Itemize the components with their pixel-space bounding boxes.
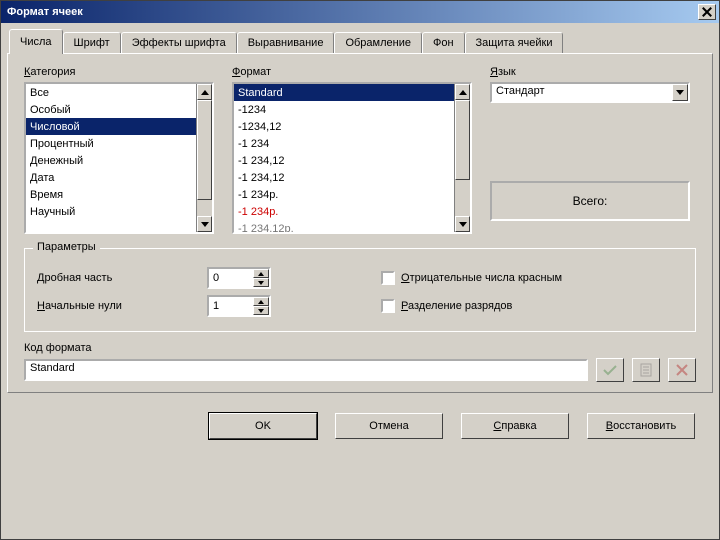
list-item[interactable]: -1 234,12р.	[234, 220, 454, 232]
format-label: Формат	[232, 66, 472, 78]
scroll-thumb[interactable]	[197, 100, 212, 200]
scrollbar[interactable]	[454, 84, 470, 232]
tab-alignment[interactable]: Выравнивание	[237, 32, 335, 53]
list-item[interactable]: -1234	[234, 101, 454, 118]
help-button[interactable]: Справка	[461, 413, 569, 439]
list-item[interactable]: -1 234,12	[234, 169, 454, 186]
list-item[interactable]: Особый	[26, 101, 196, 118]
leading-zeros-label: Начальные нули	[37, 300, 207, 312]
dropdown-button[interactable]	[672, 84, 688, 101]
scroll-up-button[interactable]	[455, 84, 470, 100]
tab-numbers[interactable]: Числа	[9, 29, 63, 54]
list-item[interactable]: -1234,12	[234, 118, 454, 135]
format-code-label: Код формата	[24, 342, 696, 354]
tab-font[interactable]: Шрифт	[63, 32, 121, 53]
negative-red-checkbox[interactable]	[381, 271, 395, 285]
tab-background[interactable]: Фон	[422, 32, 465, 53]
spin-up-button[interactable]	[253, 297, 269, 306]
leading-zeros-input[interactable]	[209, 297, 253, 315]
scroll-up-button[interactable]	[197, 84, 212, 100]
list-item[interactable]: Числовой	[26, 118, 196, 135]
list-item[interactable]: Денежный	[26, 152, 196, 169]
list-item[interactable]: -1 234,12	[234, 152, 454, 169]
list-item[interactable]: Standard	[234, 84, 454, 101]
delete-format-button[interactable]	[668, 358, 696, 382]
format-code-input[interactable]: Standard	[24, 359, 588, 381]
ok-button[interactable]: OK	[209, 413, 317, 439]
tab-strip: Числа Шрифт Эффекты шрифта Выравнивание …	[7, 29, 713, 393]
scroll-down-button[interactable]	[455, 216, 470, 232]
list-item[interactable]: Дата	[26, 169, 196, 186]
thousands-sep-checkbox[interactable]	[381, 299, 395, 313]
scroll-down-button[interactable]	[197, 216, 212, 232]
tab-borders[interactable]: Обрамление	[334, 32, 422, 53]
list-item[interactable]: -1 234р.	[234, 186, 454, 203]
apply-format-button[interactable]	[596, 358, 624, 382]
thousands-sep-label: Разделение разрядов	[401, 300, 512, 312]
tab-protection[interactable]: Защита ячейки	[465, 32, 564, 53]
dialog-buttons: OK Отмена Справка Восстановить	[7, 403, 713, 439]
client-area: Числа Шрифт Эффекты шрифта Выравнивание …	[1, 23, 719, 539]
leading-zeros-spinner[interactable]	[207, 295, 271, 317]
format-listbox[interactable]: Standard -1234 -1234,12 -1 234 -1 234,12…	[232, 82, 472, 234]
scrollbar[interactable]	[196, 84, 212, 232]
negative-red-label: Отрицательные числа красным	[401, 272, 562, 284]
language-select[interactable]: Стандарт	[490, 82, 690, 103]
tab-panel-numbers: Категория Все Особый Числовой Процентный…	[7, 53, 713, 393]
reset-button[interactable]: Восстановить	[587, 413, 695, 439]
window-title: Формат ячеек	[7, 6, 696, 18]
category-listbox[interactable]: Все Особый Числовой Процентный Денежный …	[24, 82, 214, 234]
x-icon	[676, 364, 688, 376]
list-item[interactable]: -1 234р.	[234, 203, 454, 220]
spin-down-button[interactable]	[253, 306, 269, 315]
decimals-label: Дробная часть	[37, 272, 207, 284]
cancel-button[interactable]: Отмена	[335, 413, 443, 439]
language-value: Стандарт	[492, 84, 672, 101]
preview-box: Всего:	[490, 181, 690, 221]
titlebar: Формат ячеек	[1, 1, 719, 23]
decimals-input[interactable]	[209, 269, 253, 287]
list-item[interactable]: Время	[26, 186, 196, 203]
close-button[interactable]	[698, 4, 716, 20]
scroll-thumb[interactable]	[455, 100, 470, 180]
decimals-spinner[interactable]	[207, 267, 271, 289]
note-icon	[640, 363, 652, 377]
parameters-group: Параметры Дробная часть Отрица	[24, 248, 696, 332]
language-label: Язык	[490, 66, 690, 78]
spin-up-button[interactable]	[253, 269, 269, 278]
list-item[interactable]: Процентный	[26, 135, 196, 152]
tab-font-effects[interactable]: Эффекты шрифта	[121, 32, 237, 53]
list-item[interactable]: Все	[26, 84, 196, 101]
parameters-legend: Параметры	[33, 241, 100, 253]
list-item[interactable]: Научный	[26, 203, 196, 220]
check-icon	[603, 364, 617, 376]
list-item[interactable]: -1 234	[234, 135, 454, 152]
spin-down-button[interactable]	[253, 278, 269, 287]
dialog-window: Формат ячеек Числа Шрифт Эффекты шрифта …	[0, 0, 720, 540]
note-button[interactable]	[632, 358, 660, 382]
category-label: Категория	[24, 66, 214, 78]
